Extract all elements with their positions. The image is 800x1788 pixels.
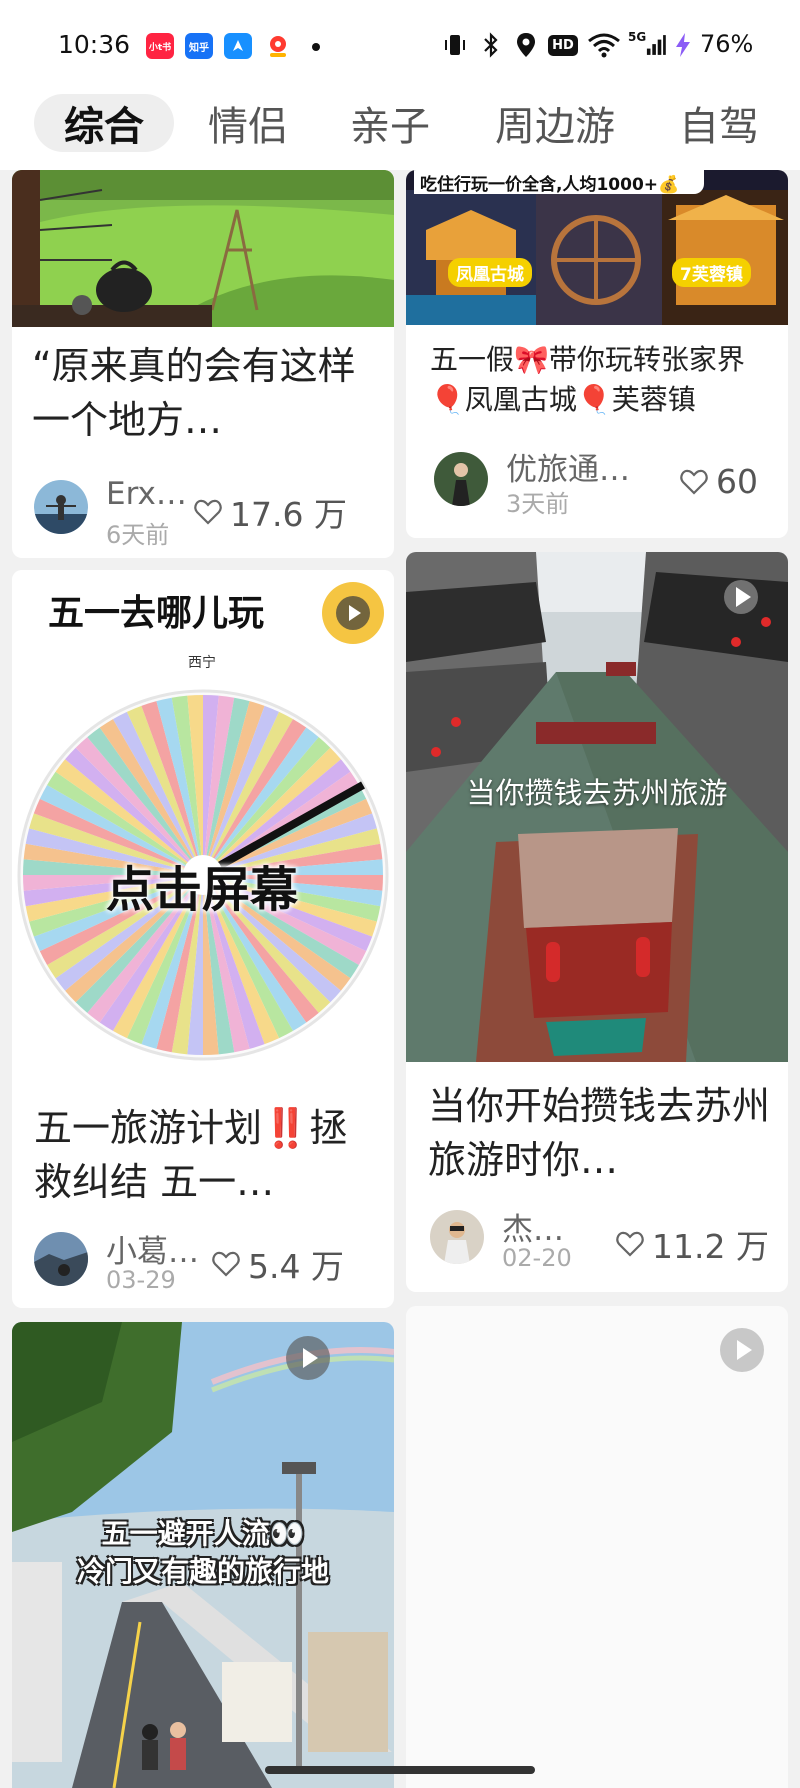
card-title: 五一旅游计划‼️拯救纠结 五一…	[34, 1106, 348, 1204]
bluetooth-icon	[478, 30, 504, 60]
avatar[interactable]	[34, 480, 88, 534]
location-icon	[512, 30, 540, 60]
card-cover-image	[12, 570, 394, 1090]
clock: 10:36	[58, 30, 131, 59]
post-date: 03-29	[106, 1266, 176, 1294]
heart-icon	[212, 1251, 240, 1277]
video-play-icon	[724, 580, 758, 614]
tab-comprehensive[interactable]: 综合	[34, 94, 174, 152]
tab-family[interactable]: 亲子	[330, 94, 450, 152]
zhihu-notification-icon: 知乎	[185, 33, 213, 59]
cover-text-line2: 冷门又有趣的旅行地	[76, 1555, 329, 1588]
author-name[interactable]: 优旅通…	[506, 444, 630, 489]
vibrate-icon	[440, 30, 470, 60]
home-indicator[interactable]	[265, 1766, 535, 1774]
like-button[interactable]: 60	[680, 462, 758, 501]
avatar[interactable]	[434, 452, 488, 506]
like-count: 60	[716, 462, 758, 501]
map-app-icon	[264, 33, 292, 59]
feed-card[interactable]: 五一去哪儿玩 西宁 点击屏幕 五一旅游计划‼️拯救纠结 五一… 小葛… 03-2…	[12, 570, 394, 1308]
author-name[interactable]: Erx…	[106, 476, 187, 512]
like-count: 11.2 万	[652, 1227, 769, 1266]
heart-icon	[680, 469, 708, 495]
video-play-icon	[286, 1336, 330, 1380]
navigation-app-icon	[224, 33, 252, 59]
feed-card[interactable]: “原来真的会有这样一个地方… Erx… 6天前 17.6 万	[12, 170, 394, 558]
category-tabs: 综合 情侣 亲子 周边游 自驾	[0, 92, 800, 170]
like-button[interactable]: 5.4 万	[212, 1240, 344, 1288]
tab-road-trip[interactable]: 自驾	[664, 94, 774, 152]
xiaohongshu-notification-icon: 小t书	[146, 33, 174, 59]
feed-card[interactable]: 五一避开人流👀 冷门又有趣的旅行地	[12, 1322, 394, 1788]
like-count: 17.6 万	[230, 495, 347, 534]
wifi-icon	[586, 30, 622, 60]
like-count: 5.4 万	[248, 1247, 344, 1286]
cellular-5g-icon: 5G	[628, 30, 666, 60]
cover-banner-text: 吃住行玩一价全含,人均1000+💰	[414, 170, 704, 194]
author-name[interactable]: 杰…	[502, 1204, 564, 1249]
cover-text-line1: 五一避开人流👀	[101, 1517, 305, 1550]
card-title: 五一假🎀带你玩转张家界🎈凤凰古城🎈芙蓉镇	[430, 343, 745, 416]
post-date: 02-20	[502, 1244, 572, 1272]
status-bar: 10:36 小t书 知乎 HD 5G 76%	[0, 0, 800, 92]
post-date: 3天前	[506, 490, 570, 518]
feed-card[interactable]	[406, 1306, 788, 1788]
emoji-play-icon	[322, 582, 384, 644]
like-button[interactable]: 17.6 万	[194, 488, 347, 536]
card-cover-image	[12, 170, 394, 327]
avatar[interactable]	[430, 1210, 484, 1264]
hd-icon: HD	[548, 30, 578, 60]
feed-card[interactable]: 吃住行玩一价全含,人均1000+💰 凤凰古城 7芙蓉镇 五一假🎀带你玩转张家界🎈…	[406, 170, 788, 538]
like-button[interactable]: 11.2 万	[616, 1220, 769, 1268]
heart-icon	[616, 1231, 644, 1257]
battery-level: 76%	[700, 30, 754, 58]
avatar[interactable]	[34, 1232, 88, 1286]
card-title: 当你开始攒钱去苏州旅游时你…	[428, 1084, 770, 1182]
cover-caption: 当你攒钱去苏州旅游	[466, 776, 728, 810]
cover-tag-right: 7芙蓉镇	[672, 258, 751, 287]
video-play-icon	[720, 1328, 764, 1372]
wheel-center-text: 点击屏幕	[105, 862, 298, 918]
more-notifications-dot	[312, 43, 320, 51]
card-title: “原来真的会有这样一个地方…	[32, 344, 356, 442]
tab-nearby-travel[interactable]: 周边游	[480, 94, 630, 152]
tab-couples[interactable]: 情侣	[188, 94, 308, 152]
author-name[interactable]: 小葛…	[106, 1226, 199, 1271]
post-date: 6天前	[106, 521, 170, 549]
feed-card[interactable]: 当你攒钱去苏州旅游 当你开始攒钱去苏州旅游时你… 杰… 02-20 11.2 万	[406, 552, 788, 1292]
charging-icon	[672, 30, 694, 60]
cover-location: 西宁	[188, 655, 216, 671]
heart-icon	[194, 499, 222, 525]
cover-tag-left: 凤凰古城	[448, 258, 532, 287]
cover-heading: 五一去哪儿玩	[48, 593, 265, 634]
